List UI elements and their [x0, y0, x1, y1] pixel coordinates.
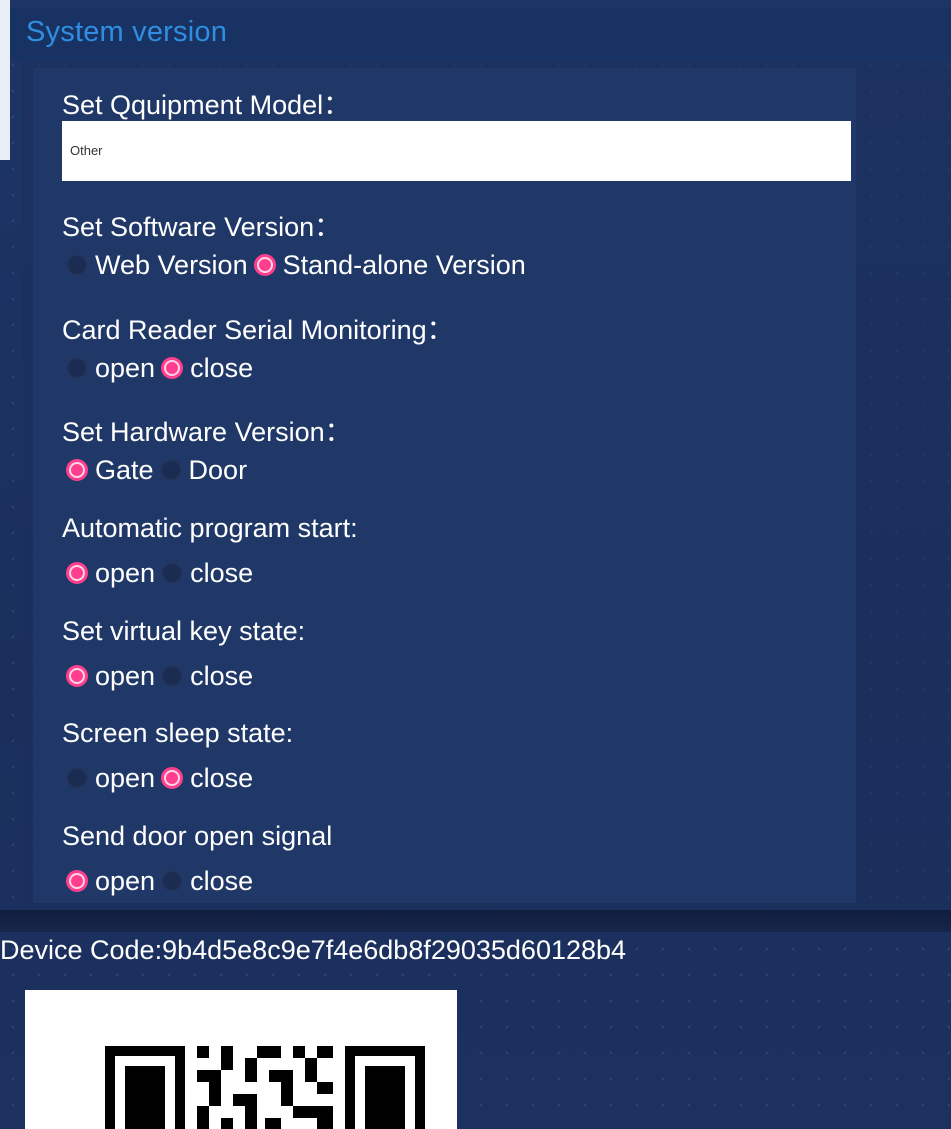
option-label: Door [188, 454, 248, 485]
hardware-radio-group: Gate Door [66, 453, 253, 487]
door-signal-label: Send door open signal [62, 821, 333, 851]
divider [0, 910, 951, 932]
option-label: open [95, 660, 156, 691]
device-code: Device Code:9b4d5e8c9e7f4e6db8f29035d601… [0, 935, 627, 965]
option-label: open [95, 352, 156, 383]
option-label: Stand-alone Version [282, 249, 526, 280]
virtual-key-option-close[interactable]: close [161, 661, 253, 692]
radio-icon[interactable] [161, 562, 184, 584]
option-label: close [190, 352, 254, 383]
header-bar: System version [10, 8, 951, 60]
screen-sleep-radio-group: open close [66, 761, 259, 795]
virtual-key-option-open[interactable]: open [66, 661, 155, 692]
radio-icon[interactable] [161, 357, 184, 379]
software-label: Set Software Version： [62, 212, 342, 242]
option-label: open [95, 762, 156, 793]
door-signal-radio-group: open close [66, 864, 259, 898]
radio-icon[interactable] [159, 459, 182, 481]
radio-icon[interactable] [66, 665, 88, 687]
radio-icon[interactable] [66, 562, 88, 584]
option-label: close [190, 660, 254, 691]
radio-icon[interactable] [253, 254, 276, 276]
card-reader-label: Card Reader Serial Monitoring： [62, 315, 454, 345]
hardware-option-gate[interactable]: Gate [66, 455, 154, 486]
screen-sleep-label: Screen sleep state: [62, 718, 294, 748]
door-signal-option-close[interactable]: close [161, 866, 253, 897]
qr-code-panel [25, 990, 457, 1129]
option-label: close [190, 762, 254, 793]
virtual-key-radio-group: open close [66, 659, 259, 693]
radio-icon[interactable] [66, 767, 88, 789]
software-radio-group: Web Version Stand-alone Version [66, 248, 532, 282]
auto-start-radio-group: open close [66, 556, 259, 590]
virtual-key-label: Set virtual key state: [62, 616, 306, 646]
auto-start-option-close[interactable]: close [161, 558, 253, 589]
radio-icon[interactable] [66, 459, 88, 481]
option-label: close [190, 865, 254, 896]
option-label: open [95, 865, 156, 896]
auto-start-label: Automatic program start: [62, 513, 358, 543]
radio-icon[interactable] [161, 665, 184, 687]
screen-sleep-option-open[interactable]: open [66, 763, 155, 794]
radio-icon[interactable] [161, 767, 184, 789]
model-label: Set Qquipment Model： [62, 90, 351, 120]
option-label: open [95, 557, 156, 588]
software-option-standalone[interactable]: Stand-alone Version [253, 249, 526, 281]
option-label: Gate [95, 454, 154, 485]
qr-code-icon [105, 1046, 425, 1129]
hardware-label: Set Hardware Version： [62, 417, 352, 447]
option-label: Web Version [95, 249, 248, 280]
left-edge [0, 0, 10, 160]
radio-icon[interactable] [66, 870, 88, 892]
screen-sleep-option-close[interactable]: close [161, 763, 253, 794]
model-input[interactable]: Other [62, 121, 851, 181]
radio-icon[interactable] [161, 870, 184, 892]
software-option-web[interactable]: Web Version [66, 250, 248, 281]
auto-start-option-open[interactable]: open [66, 558, 155, 589]
card-reader-radio-group: open close [66, 351, 259, 385]
radio-icon[interactable] [66, 254, 88, 276]
page-title: System version [26, 16, 228, 48]
card-reader-option-close[interactable]: close [161, 353, 253, 384]
hardware-option-door[interactable]: Door [159, 454, 248, 486]
door-signal-option-open[interactable]: open [66, 866, 155, 897]
card-reader-option-open[interactable]: open [66, 353, 155, 384]
option-label: close [190, 557, 254, 588]
radio-icon[interactable] [66, 357, 88, 379]
